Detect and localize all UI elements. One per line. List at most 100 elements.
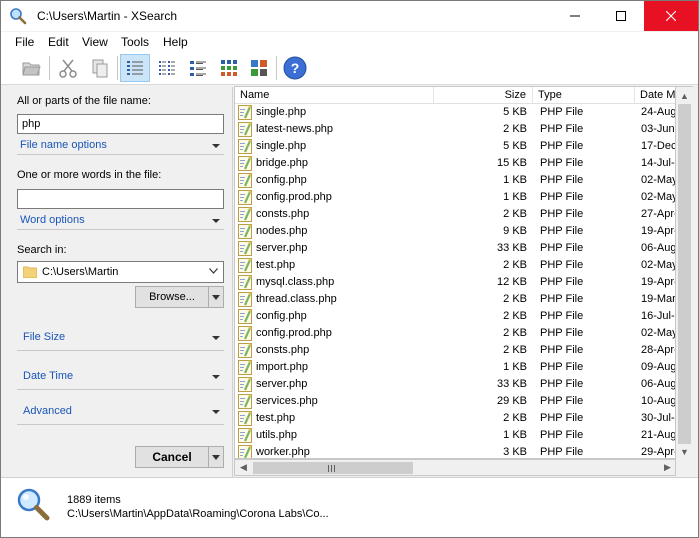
file-type-cell: PHP File (540, 429, 584, 441)
minimize-icon (570, 15, 580, 17)
table-row[interactable]: config.php 1 KB PHP File 02-May (235, 172, 676, 189)
table-row[interactable]: worker.php 3 KB PHP File 29-Apr- (235, 444, 676, 458)
file-name-cell: single.php (256, 106, 307, 118)
table-row[interactable]: latest-news.php 2 KB PHP File 03-Jun- (235, 121, 675, 138)
close-button[interactable] (644, 1, 698, 31)
panel-divider[interactable] (232, 87, 233, 477)
table-row[interactable]: consts.php 2 KB PHP File 27-Apr- (235, 206, 675, 223)
tiles-view-button[interactable] (244, 54, 274, 82)
menu-view[interactable]: View (82, 35, 108, 49)
table-row[interactable]: config.prod.php 1 KB PHP File 02-May (235, 189, 675, 206)
word-options-dropdown[interactable]: Word options (17, 212, 224, 230)
table-row[interactable]: utils.php 1 KB PHP File 21-Aug (235, 427, 675, 444)
file-size-cell: 2 KB (503, 344, 527, 356)
scroll-right-icon[interactable]: ▶ (659, 459, 676, 476)
file-type-cell: PHP File (540, 174, 584, 186)
table-row[interactable]: test.php 2 KB PHP File 02-May (235, 257, 676, 274)
table-row[interactable]: mysql.class.php 12 KB PHP File 19-Apr- (235, 274, 675, 291)
list-header: Name Size Type Date M (235, 87, 675, 104)
magnifier-app-icon (10, 8, 27, 25)
table-row[interactable]: config.php 2 KB PHP File 16-Jul- (235, 308, 675, 325)
table-row[interactable]: consts.php 2 KB PHP File 28-Apr- (235, 342, 675, 359)
table-row[interactable]: import.php 1 KB PHP File 09-Aug (235, 359, 675, 376)
vertical-scrollbar[interactable]: ▲ ▼ (676, 86, 693, 459)
cut-button[interactable] (53, 54, 83, 82)
file-date-cell: 06-Aug (641, 242, 676, 254)
results-list[interactable]: Name Size Type Date M single.php 5 KB PHP … (234, 86, 676, 459)
maximize-button[interactable] (598, 1, 644, 31)
open-folder-button[interactable] (16, 54, 46, 82)
details-view-button[interactable] (120, 54, 150, 82)
file-date-cell: 29-Apr- (641, 446, 676, 458)
file-date-cell: 02-May (641, 174, 676, 186)
minimize-button[interactable] (552, 1, 598, 31)
table-row[interactable]: bridge.php 15 KB PHP File 14-Jul- (235, 155, 675, 172)
title-bar[interactable]: C:\Users\Martin - XSearch (1, 1, 698, 31)
file-size-cell: 2 KB (503, 259, 527, 271)
file-type-cell: PHP File (540, 140, 584, 152)
file-name-cell: server.php (256, 378, 308, 390)
table-row[interactable]: nodes.php 9 KB PHP File 19-Apr- (235, 223, 675, 240)
scroll-up-icon[interactable]: ▲ (676, 87, 693, 104)
browse-dropdown-button[interactable] (208, 286, 224, 308)
advanced-section[interactable]: Advanced (17, 395, 224, 425)
file-type-cell: PHP File (540, 225, 584, 237)
table-row[interactable]: single.php 5 KB PHP File 24-Aug (235, 104, 675, 121)
column-header-size[interactable]: Size (434, 87, 533, 104)
chevron-down-icon (212, 454, 220, 460)
table-row[interactable]: thread.class.php 2 KB PHP File 19-Mar- (235, 291, 675, 308)
results-rows: single.php 5 KB PHP File 24-Aug latest-news.… (235, 104, 676, 458)
cancel-dropdown-button[interactable] (208, 446, 224, 468)
php-file-icon (238, 292, 252, 307)
file-name-cell: worker.php (256, 446, 310, 458)
chevron-down-icon (212, 294, 220, 300)
scroll-left-icon[interactable]: ◀ (235, 459, 252, 476)
table-row[interactable]: config.prod.php 2 KB PHP File 02-May (235, 325, 675, 342)
file-name-options-dropdown[interactable]: File name options (17, 137, 224, 155)
file-size-section[interactable]: File Size (17, 321, 224, 351)
column-header-name[interactable]: Name (235, 87, 434, 104)
small-icons-view-button[interactable] (183, 54, 213, 82)
file-size-cell: 3 KB (503, 446, 527, 458)
large-icons-view-button[interactable] (214, 54, 244, 82)
date-time-label: Date Time (23, 370, 74, 382)
file-size-cell: 1 KB (503, 429, 527, 441)
horizontal-scroll-thumb[interactable] (253, 462, 413, 474)
scroll-down-icon[interactable]: ▼ (676, 443, 693, 460)
cancel-button[interactable]: Cancel (135, 446, 209, 468)
date-time-section[interactable]: Date Time (17, 360, 224, 390)
table-row[interactable]: server.php 33 KB PHP File 06-Aug (235, 240, 676, 257)
copy-button[interactable] (85, 54, 115, 82)
browse-button[interactable]: Browse... (135, 286, 209, 308)
file-type-cell: PHP File (540, 242, 584, 254)
column-header-type[interactable]: Type (533, 87, 635, 104)
file-name-cell: latest-news.php (256, 123, 334, 135)
table-row[interactable]: single.php 5 KB PHP File 17-Dec (235, 138, 675, 155)
list-view-button[interactable] (152, 54, 182, 82)
file-size-cell: 1 KB (503, 174, 527, 186)
file-name-cell: config.prod.php (256, 327, 332, 339)
words-input[interactable] (17, 189, 224, 209)
menu-help[interactable]: Help (163, 35, 188, 49)
help-button[interactable]: ? (280, 54, 310, 82)
horizontal-scrollbar[interactable]: ◀ ▶ (234, 459, 676, 476)
file-date-cell: 02-May (641, 259, 676, 271)
file-type-cell: PHP File (540, 157, 584, 169)
file-name-input[interactable]: php (17, 114, 224, 134)
file-name-cell: single.php (256, 140, 307, 152)
menu-edit[interactable]: Edit (48, 35, 69, 49)
menu-file[interactable]: File (15, 35, 34, 49)
menu-tools[interactable]: Tools (121, 35, 149, 49)
file-name-cell: server.php (256, 242, 308, 254)
column-header-date[interactable]: Date M (635, 87, 675, 104)
table-row[interactable]: test.php 2 KB PHP File 30-Jul- (235, 410, 675, 427)
file-name-cell: config.prod.php (256, 191, 332, 203)
table-row[interactable]: services.php 29 KB PHP File 10-Aug (235, 393, 675, 410)
table-row[interactable]: server.php 33 KB PHP File 06-Aug (235, 376, 675, 393)
search-in-combo[interactable]: C:\Users\Martin (17, 261, 224, 283)
php-file-icon (238, 122, 252, 137)
vertical-scroll-thumb[interactable] (678, 104, 691, 444)
file-name-cell: consts.php (256, 344, 310, 356)
file-type-cell: PHP File (540, 378, 584, 390)
file-size-cell: 1 KB (503, 361, 527, 373)
